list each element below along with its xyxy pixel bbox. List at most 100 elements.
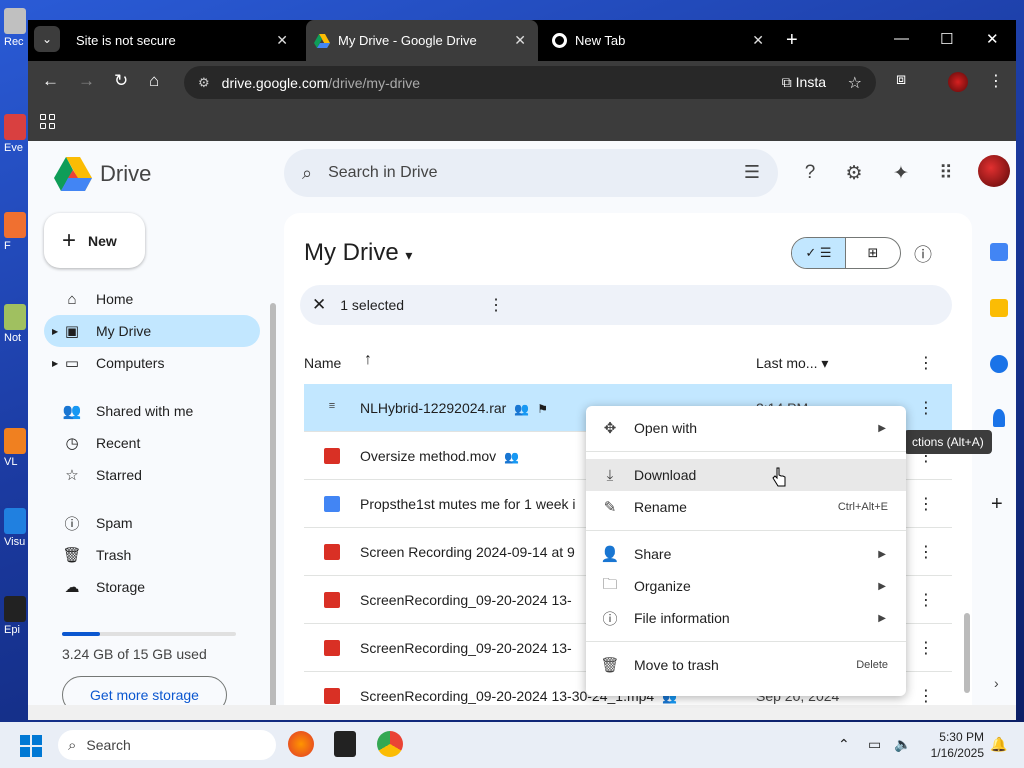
row-more-icon[interactable]: ⋮ (918, 590, 934, 610)
network-icon[interactable]: ▭ (868, 736, 881, 753)
volume-muted-icon[interactable]: 🔈 (894, 736, 911, 753)
modified-column-header[interactable]: Last mo... ▾ (756, 355, 828, 372)
expand-caret-icon[interactable]: ▶ (52, 359, 58, 368)
chevron-up-icon[interactable]: ⌃ (838, 736, 850, 753)
bookmark-star-icon[interactable]: ☆ (848, 73, 862, 93)
desktop-icon-recycle[interactable]: Rec (4, 8, 30, 48)
windows-start-icon[interactable] (20, 735, 42, 757)
desktop-icon-epic[interactable]: Epi (4, 596, 30, 636)
sidebar-item-shared[interactable]: 👥 Shared with me (44, 395, 260, 427)
clock[interactable]: 5:30 PM 1/16/2025 (924, 729, 984, 761)
rename-pencil-icon: ✎ (603, 499, 617, 516)
menu-item-rename[interactable]: ✎ Rename Ctrl+Alt+E (586, 491, 906, 523)
sidebar-item-spam[interactable]: ⓘ Spam (44, 507, 260, 539)
firefox-icon[interactable] (288, 731, 314, 757)
tab-google-drive[interactable]: My Drive - Google Drive ✕ (306, 20, 538, 61)
new-button[interactable]: + New (44, 213, 145, 268)
row-more-icon[interactable]: ⋮ (918, 542, 934, 562)
menu-item-file-information[interactable]: ⓘ File information ▶ (586, 602, 906, 634)
sort-arrow-up-icon[interactable]: ↑ (364, 351, 372, 369)
contacts-icon[interactable] (993, 409, 1005, 427)
sidebar-item-storage[interactable]: ☁ Storage (44, 571, 260, 603)
epic-games-icon[interactable] (334, 731, 356, 757)
tab-site-not-secure[interactable]: Site is not secure ✕ (68, 20, 300, 61)
desktop-icon-vlc[interactable]: VL (4, 428, 30, 468)
apps-grid-icon[interactable] (40, 114, 55, 129)
sidebar-scrollbar[interactable] (270, 303, 276, 713)
help-icon[interactable]: ? (798, 161, 822, 185)
install-app-button[interactable]: ⧉ Insta (782, 74, 826, 91)
forward-arrow-icon[interactable]: → (78, 71, 95, 91)
list-view-button[interactable]: ✓ ☰ (792, 238, 847, 268)
tab-close-icon[interactable]: ✕ (752, 32, 764, 49)
calendar-icon[interactable] (990, 243, 1008, 261)
row-more-icon[interactable]: ⋮ (918, 638, 934, 658)
home-icon[interactable]: ⌂ (149, 71, 159, 91)
sidebar-item-computers[interactable]: ▶ ▭ Computers (44, 347, 260, 379)
taskbar-search[interactable]: ⌕ Search (58, 730, 276, 760)
name-column-header[interactable]: Name (304, 355, 341, 371)
sidebar-item-starred[interactable]: ☆ Starred (44, 459, 260, 491)
settings-gear-icon[interactable]: ⚙ (842, 161, 866, 185)
address-bar[interactable]: ⚙ drive.google.com/drive/my-drive ⧉ Inst… (184, 66, 876, 99)
extensions-icon[interactable]: ⧈ (896, 71, 906, 89)
menu-item-open-with[interactable]: ✥ Open with ▶ (586, 412, 906, 444)
add-addon-icon[interactable]: + (991, 493, 1003, 516)
gemini-sparkle-icon[interactable]: ✦ (889, 161, 913, 185)
tab-close-icon[interactable]: ✕ (276, 32, 288, 49)
horizontal-scrollbar[interactable] (28, 705, 1016, 720)
minimize-button[interactable]: — (894, 30, 909, 47)
menu-item-organize[interactable]: 🗀 Organize ▶ (586, 570, 906, 602)
share-person-icon: 👤 (600, 546, 620, 563)
chevron-right-icon[interactable]: › (994, 675, 999, 691)
browser-menu-icon[interactable]: ⋮ (988, 71, 1004, 91)
menu-item-download[interactable]: ⤓ Download (586, 459, 906, 491)
sidebar-item-recent[interactable]: ◷ Recent (44, 427, 260, 459)
maximize-button[interactable]: ☐ (940, 30, 953, 48)
new-tab-button[interactable]: + (786, 29, 798, 52)
row-more-icon[interactable]: ⋮ (918, 494, 934, 514)
reload-icon[interactable]: ↻ (114, 71, 128, 91)
drive-search-bar[interactable]: ⌕ Search in Drive ☰ (284, 149, 778, 197)
row-more-icon[interactable]: ⋮ (918, 686, 934, 706)
grid-view-button[interactable]: ⊞ (846, 238, 900, 268)
info-icon: ⓘ (602, 610, 618, 628)
profile-button[interactable] (948, 72, 968, 92)
account-avatar[interactable] (978, 155, 1010, 187)
plus-icon: + (62, 226, 77, 254)
column-options-icon[interactable]: ⋮ (918, 353, 934, 373)
more-actions-icon[interactable]: ⋮ (488, 295, 504, 315)
keep-icon[interactable] (990, 299, 1008, 317)
drive-logo[interactable]: Drive (54, 157, 151, 191)
details-info-icon[interactable]: ⓘ (914, 241, 932, 267)
desktop-icon-vscode[interactable]: Visu (4, 508, 30, 548)
desktop-icon-event[interactable]: Eve (4, 114, 30, 154)
menu-item-share[interactable]: 👤 Share ▶ (586, 538, 906, 570)
google-apps-icon[interactable]: ⠿ (934, 161, 958, 185)
sidebar-item-trash[interactable]: 🗑 Trash (44, 539, 260, 571)
video-file-icon (324, 544, 340, 560)
menu-item-move-to-trash[interactable]: 🗑 Move to trash Delete (586, 649, 906, 681)
tab-close-icon[interactable]: ✕ (514, 32, 526, 49)
site-info-icon[interactable]: ⚙ (198, 75, 210, 91)
desktop-icon-f[interactable]: F (4, 212, 30, 252)
chevron-down-icon: ⌄ (41, 32, 53, 46)
close-window-button[interactable]: ✕ (986, 30, 999, 48)
search-options-icon[interactable]: ☰ (744, 162, 760, 183)
desktop-icon-notepad[interactable]: Not (4, 304, 30, 344)
tasks-icon[interactable] (990, 355, 1008, 373)
back-arrow-icon[interactable]: ← (42, 71, 59, 91)
folder-icon: 🗀 (602, 575, 618, 593)
page-title[interactable]: My Drive ▾ (304, 239, 412, 267)
file-list-scrollbar[interactable] (964, 613, 970, 693)
search-input[interactable]: Search in Drive (328, 164, 437, 182)
row-more-icon[interactable]: ⋮ (918, 398, 934, 418)
chrome-icon[interactable] (377, 731, 403, 757)
sidebar-item-home[interactable]: ⌂ Home (44, 283, 260, 315)
sidebar-item-my-drive[interactable]: ▶ ▣ My Drive (44, 315, 260, 347)
tab-search-button[interactable]: ⌄ (34, 26, 60, 52)
expand-caret-icon[interactable]: ▶ (52, 327, 58, 336)
notification-bell-icon[interactable]: 🔔 (990, 736, 1007, 753)
tab-new-tab[interactable]: New Tab ✕ (544, 20, 776, 61)
clear-selection-icon[interactable]: ✕ (312, 295, 326, 315)
